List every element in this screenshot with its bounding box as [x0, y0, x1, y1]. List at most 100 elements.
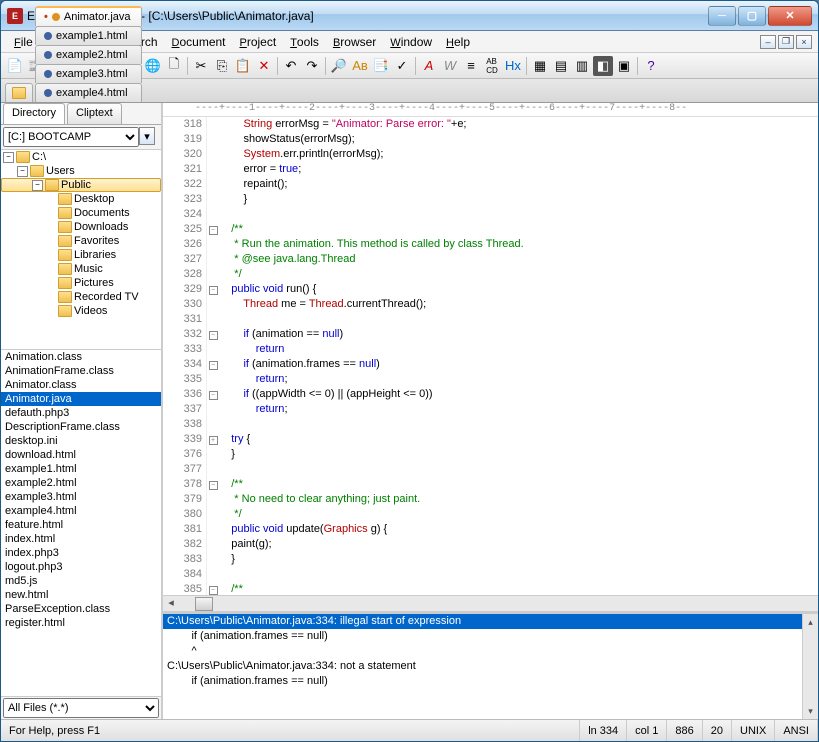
hex-icon[interactable]: ABCD	[482, 56, 502, 76]
tree-item[interactable]: Recorded TV	[1, 290, 161, 304]
document-tab[interactable]: example2.html	[35, 45, 142, 64]
file-item[interactable]: Animator.class	[1, 378, 161, 392]
replace-icon[interactable]: Aв	[350, 56, 370, 76]
output-line[interactable]: C:\Users\Public\Animator.java:334: illeg…	[163, 614, 818, 629]
file-item[interactable]: register.html	[1, 616, 161, 630]
document-tab[interactable]: example4.html	[35, 83, 142, 102]
tree-item[interactable]: Music	[1, 262, 161, 276]
tool4-icon[interactable]: ◧	[593, 56, 613, 76]
file-item[interactable]: example3.html	[1, 490, 161, 504]
file-item[interactable]: example1.html	[1, 462, 161, 476]
tree-item[interactable]: Favorites	[1, 234, 161, 248]
horizontal-scrollbar[interactable]: ◂	[163, 595, 818, 611]
tool1-icon[interactable]: ▦	[530, 56, 550, 76]
file-item[interactable]: AnimationFrame.class	[1, 364, 161, 378]
output-line[interactable]: ^	[163, 644, 818, 659]
file-list[interactable]: Animation.classAnimationFrame.classAnima…	[1, 350, 161, 696]
copy-icon[interactable]: ⎘	[212, 56, 232, 76]
menu-document[interactable]: Document	[165, 33, 233, 51]
directory-tree[interactable]: −C:\−Users−PublicDesktopDocumentsDownloa…	[1, 150, 161, 350]
tool5-icon[interactable]: ▣	[614, 56, 634, 76]
file-item[interactable]: index.html	[1, 532, 161, 546]
maximize-button[interactable]: ▢	[738, 6, 766, 26]
redo-icon[interactable]: ↷	[302, 56, 322, 76]
folder-icon	[58, 235, 72, 247]
editor-area: ----+----1----+----2----+----3----+----4…	[163, 103, 818, 719]
spell-icon[interactable]: ✓	[392, 56, 412, 76]
fold-column[interactable]: −−−−−+−−	[207, 117, 219, 595]
browser-icon[interactable]: 🌐	[143, 56, 163, 76]
tree-item[interactable]: Documents	[1, 206, 161, 220]
file-item[interactable]: example2.html	[1, 476, 161, 490]
tree-item[interactable]: Libraries	[1, 248, 161, 262]
file-item[interactable]: feature.html	[1, 518, 161, 532]
doc-icon[interactable]: 🗋	[164, 56, 184, 76]
file-item[interactable]: DescriptionFrame.class	[1, 420, 161, 434]
output-line[interactable]: if (animation.frames == null)	[163, 629, 818, 644]
status-col: col 1	[627, 720, 667, 741]
file-item[interactable]: example4.html	[1, 504, 161, 518]
menu-tools[interactable]: Tools	[283, 33, 326, 51]
status-line: ln 334	[580, 720, 627, 741]
help-icon[interactable]: ?	[641, 56, 661, 76]
drive-select[interactable]: [C:] BOOTCAMP	[3, 127, 139, 147]
menu-browser[interactable]: Browser	[326, 33, 383, 51]
mdi-restore-button[interactable]: ❐	[778, 35, 794, 49]
statusbar: For Help, press F1 ln 334 col 1 886 20 U…	[1, 719, 818, 741]
file-item[interactable]: desktop.ini	[1, 434, 161, 448]
file-item[interactable]: defauth.php3	[1, 406, 161, 420]
tree-item[interactable]: Downloads	[1, 220, 161, 234]
output-line[interactable]: if (animation.frames == null)	[163, 674, 818, 689]
output-pane[interactable]: C:\Users\Public\Animator.java:334: illeg…	[163, 611, 818, 719]
file-item[interactable]: logout.php3	[1, 560, 161, 574]
mdi-close-button[interactable]: ×	[796, 35, 812, 49]
tree-item[interactable]: −Users	[1, 164, 161, 178]
code-lines[interactable]: String errorMsg = "Animator: Parse error…	[219, 117, 818, 595]
minimize-button[interactable]: ─	[708, 6, 736, 26]
document-tab[interactable]: example3.html	[35, 64, 142, 83]
tab-directory[interactable]: Directory	[3, 103, 65, 124]
find-icon[interactable]: 🔎	[329, 56, 349, 76]
folder-icon	[30, 165, 44, 177]
file-item[interactable]: index.php3	[1, 546, 161, 560]
paste-icon[interactable]: 📋	[233, 56, 253, 76]
file-filter-select[interactable]: All Files (*.*)	[3, 698, 159, 718]
cut-icon[interactable]: ✂	[191, 56, 211, 76]
mdi-minimize-button[interactable]: –	[760, 35, 776, 49]
ruler: ----+----1----+----2----+----3----+----4…	[163, 103, 818, 117]
new-file-icon[interactable]: 📄	[5, 56, 25, 76]
tree-item[interactable]: Pictures	[1, 276, 161, 290]
file-item[interactable]: Animation.class	[1, 350, 161, 364]
tree-item[interactable]: Desktop	[1, 192, 161, 206]
undo-icon[interactable]: ↶	[281, 56, 301, 76]
delete-icon[interactable]: ✕	[254, 56, 274, 76]
tab-cliptext[interactable]: Cliptext	[67, 103, 122, 124]
document-tab[interactable]: •Animator.java	[35, 6, 142, 26]
hx-icon[interactable]: Hx	[503, 56, 523, 76]
wrap-icon[interactable]: W	[440, 56, 460, 76]
document-tab[interactable]: example1.html	[35, 26, 142, 45]
tab-folder-icon[interactable]	[5, 83, 33, 102]
file-item[interactable]: download.html	[1, 448, 161, 462]
goto-icon[interactable]: 📑	[371, 56, 391, 76]
file-item[interactable]: ParseException.class	[1, 602, 161, 616]
file-item[interactable]: md5.js	[1, 574, 161, 588]
menu-project[interactable]: Project	[233, 33, 284, 51]
file-item[interactable]: new.html	[1, 588, 161, 602]
font-icon[interactable]: A	[419, 56, 439, 76]
main-area: Directory Cliptext [C:] BOOTCAMP▾ −C:\−U…	[1, 103, 818, 719]
output-line[interactable]: C:\Users\Public\Animator.java:334: not a…	[163, 659, 818, 674]
file-item[interactable]: Animator.java	[1, 392, 161, 406]
drive-menu-button[interactable]: ▾	[139, 127, 155, 145]
menu-help[interactable]: Help	[439, 33, 477, 51]
menu-window[interactable]: Window	[383, 33, 439, 51]
tool2-icon[interactable]: ▤	[551, 56, 571, 76]
tree-item[interactable]: −C:\	[1, 150, 161, 164]
close-button[interactable]: ✕	[768, 6, 812, 26]
tree-item[interactable]: Videos	[1, 304, 161, 318]
tool3-icon[interactable]: ▥	[572, 56, 592, 76]
status-charset: ANSI	[775, 720, 818, 741]
line-num-icon[interactable]: ≡	[461, 56, 481, 76]
tree-item[interactable]: −Public	[1, 178, 161, 192]
code-view[interactable]: 3183193203213223233243253263273283293303…	[163, 117, 818, 595]
